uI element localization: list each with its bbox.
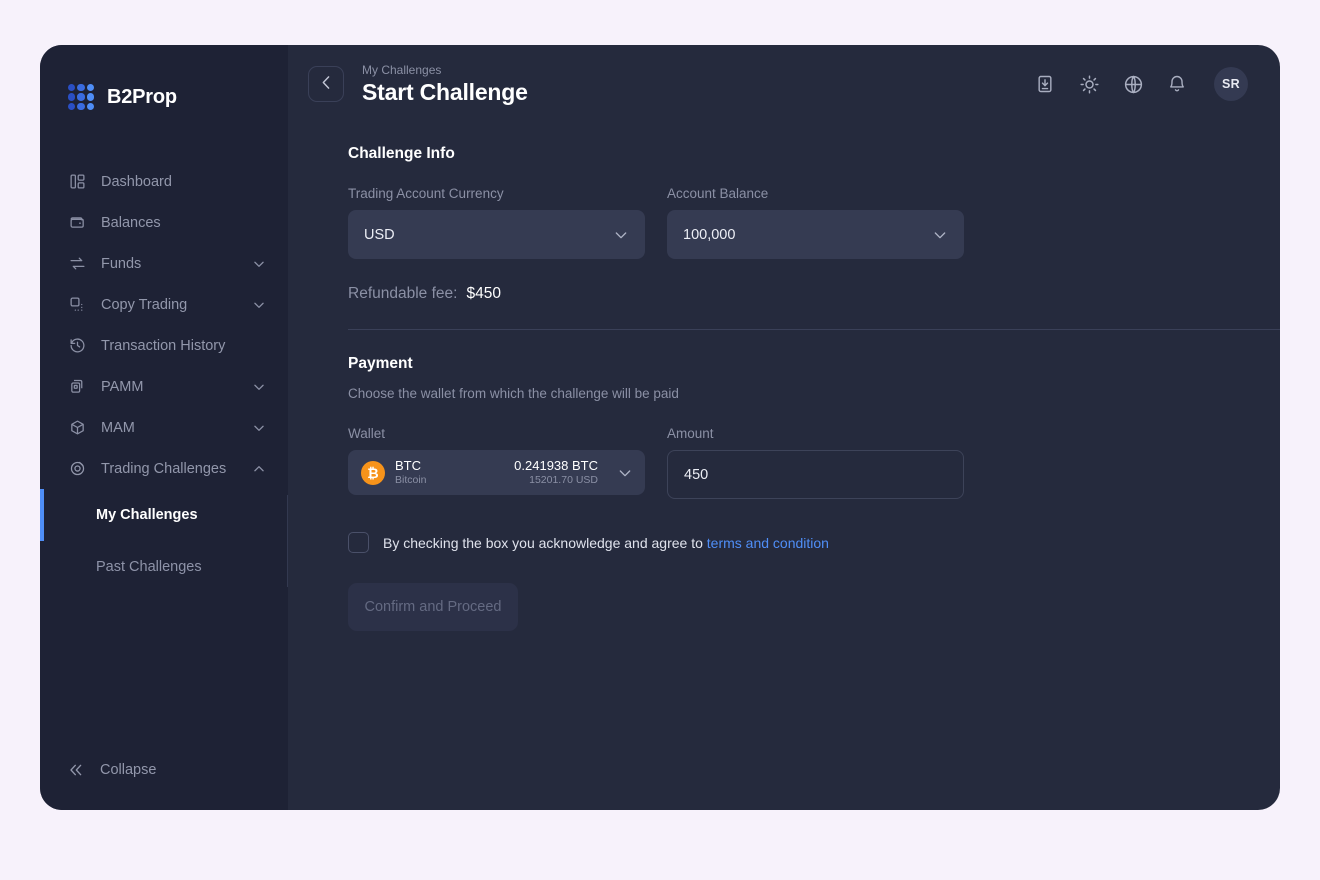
cube-icon <box>68 419 86 437</box>
sidebar-item-funds[interactable]: Funds <box>40 243 288 284</box>
sidebar-nav: Dashboard Balances Funds Copy Trading Tr… <box>40 161 288 762</box>
terms-agreement: By checking the box you acknowledge and … <box>348 532 1280 553</box>
sidebar: B2Prop Dashboard Balances Funds Copy Tra… <box>40 45 288 810</box>
page-content: Challenge Info Trading Account Currency … <box>288 123 1280 810</box>
wallet-select[interactable]: ₿ BTC Bitcoin 0.241938 BTC 15201.70 USD <box>348 450 645 495</box>
topbar-actions: SR <box>1034 67 1248 101</box>
sidebar-item-pamm[interactable]: PAMM <box>40 366 288 407</box>
sidebar-item-mam[interactable]: MAM <box>40 407 288 448</box>
sidebar-item-label: Balances <box>101 214 161 231</box>
challenge-info-title: Challenge Info <box>348 145 455 162</box>
balance-label: Account Balance <box>667 186 769 201</box>
avatar[interactable]: SR <box>1214 67 1248 101</box>
confirm-and-proceed-button[interactable]: Confirm and Proceed <box>348 583 518 631</box>
payment-title: Payment <box>348 355 413 372</box>
app-window: B2Prop Dashboard Balances Funds Copy Tra… <box>40 45 1280 810</box>
breadcrumb: My Challenges <box>362 62 442 77</box>
sidebar-item-label: Copy Trading <box>101 296 188 313</box>
dashboard-icon <box>68 173 86 191</box>
wallet-name: Bitcoin <box>395 474 427 487</box>
wallet-icon <box>68 214 86 232</box>
terms-link[interactable]: terms and condition <box>707 535 829 551</box>
page-title: Start Challenge <box>362 78 528 105</box>
collapse-sidebar-button[interactable]: Collapse <box>40 762 288 810</box>
sidebar-item-label: MAM <box>101 419 135 436</box>
currency-label: Trading Account Currency <box>348 186 504 201</box>
refundable-fee: Refundable fee: $450 <box>348 285 1280 303</box>
currency-field: Trading Account Currency USD <box>348 186 645 259</box>
brand-logo[interactable]: B2Prop <box>40 45 288 123</box>
wallet-usd-value: 15201.70 USD <box>529 474 598 487</box>
history-icon <box>68 337 86 355</box>
chevron-down-icon <box>932 227 948 243</box>
payment-section: Payment Choose the wallet from which the… <box>348 355 1280 631</box>
challenge-info-fields: Trading Account Currency USD Account Bal… <box>348 186 1280 259</box>
sidebar-subitem-label: My Challenges <box>96 507 198 523</box>
double-chevron-left-icon <box>68 762 84 778</box>
chevron-down-icon <box>617 465 633 481</box>
balance-value: 100,000 <box>683 226 736 243</box>
wallet-balance: 0.241938 BTC 15201.70 USD <box>514 457 598 487</box>
sun-icon[interactable] <box>1078 73 1100 95</box>
pamm-icon <box>68 378 86 396</box>
currency-select[interactable]: USD <box>348 210 645 259</box>
sidebar-item-copy-trading[interactable]: Copy Trading <box>40 284 288 325</box>
wallet-identity: BTC Bitcoin <box>395 457 427 487</box>
balance-select[interactable]: 100,000 <box>667 210 964 259</box>
grid-dots-logo-icon <box>68 84 94 110</box>
chevron-down-icon[interactable] <box>252 380 266 394</box>
transfer-icon <box>68 255 86 273</box>
terms-checkbox[interactable] <box>348 532 369 553</box>
terms-static-text: By checking the box you acknowledge and … <box>383 534 703 551</box>
sidebar-item-label: Dashboard <box>101 173 172 190</box>
wallet-field: Wallet ₿ BTC Bitcoin 0.241938 BTC 15201.… <box>348 426 645 499</box>
wallet-label: Wallet <box>348 426 386 441</box>
sidebar-subitem-label: Past Challenges <box>96 559 202 575</box>
brand-name: B2Prop <box>107 85 177 108</box>
amount-label: Amount <box>667 426 714 441</box>
refundable-fee-value: $450 <box>466 285 501 302</box>
page-heading: My Challenges Start Challenge <box>362 63 528 106</box>
refundable-fee-label: Refundable fee: <box>348 285 458 302</box>
sidebar-item-balances[interactable]: Balances <box>40 202 288 243</box>
balance-field: Account Balance 100,000 <box>667 186 964 259</box>
back-button[interactable] <box>308 66 344 102</box>
amount-value: 450 <box>684 466 709 483</box>
amount-field: Amount 450 <box>667 426 964 499</box>
chevron-down-icon <box>613 227 629 243</box>
sidebar-item-transaction-history[interactable]: Transaction History <box>40 325 288 366</box>
sidebar-item-label: Transaction History <box>101 337 226 354</box>
bell-icon[interactable] <box>1166 73 1188 95</box>
wallet-amount: 0.241938 BTC <box>514 457 598 473</box>
payment-subtitle: Choose the wallet from which the challen… <box>348 386 679 401</box>
terms-text: By checking the box you acknowledge and … <box>383 535 829 551</box>
chevron-down-icon[interactable] <box>252 298 266 312</box>
globe-icon[interactable] <box>1122 73 1144 95</box>
sidebar-item-label: Trading Challenges <box>101 460 227 477</box>
sidebar-item-dashboard[interactable]: Dashboard <box>40 161 288 202</box>
sidebar-item-label: PAMM <box>101 378 144 395</box>
chevron-up-icon[interactable] <box>252 462 266 476</box>
currency-value: USD <box>364 226 395 243</box>
collapse-label: Collapse <box>100 762 157 778</box>
sidebar-item-past-challenges[interactable]: Past Challenges <box>40 541 288 593</box>
sidebar-item-my-challenges[interactable]: My Challenges <box>40 489 288 541</box>
main-area: My Challenges Start Challenge SR Challen… <box>288 45 1280 810</box>
bitcoin-icon: ₿ <box>361 460 385 485</box>
amount-input[interactable]: 450 <box>667 450 964 499</box>
chevron-down-icon[interactable] <box>252 257 266 271</box>
topbar: My Challenges Start Challenge SR <box>288 45 1280 123</box>
sidebar-item-trading-challenges[interactable]: Trading Challenges <box>40 448 288 489</box>
chevron-down-icon[interactable] <box>252 421 266 435</box>
target-icon <box>68 460 86 478</box>
sidebar-item-label: Funds <box>101 255 142 272</box>
section-divider <box>348 329 1280 330</box>
wallet-symbol: BTC <box>395 457 421 473</box>
copy-icon <box>68 296 86 314</box>
active-indicator <box>40 489 44 541</box>
download-icon[interactable] <box>1034 73 1056 95</box>
chevron-left-icon <box>318 74 335 94</box>
trading-challenges-subnav: My Challenges Past Challenges <box>40 489 288 593</box>
payment-fields: Wallet ₿ BTC Bitcoin 0.241938 BTC 15201.… <box>348 426 1280 499</box>
